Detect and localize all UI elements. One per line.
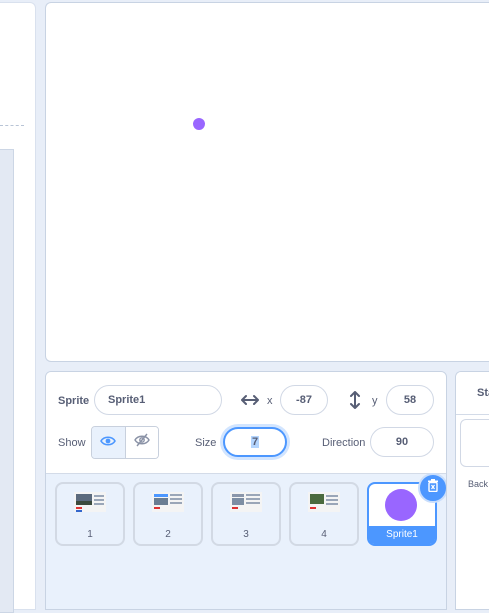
sprite-tile[interactable]: 2 [133, 482, 203, 546]
sprite-tile-label: 4 [321, 529, 327, 540]
sprite-pane: Sprite Sprite1 x -87 y 58 Show Size 7 Di… [45, 371, 447, 610]
x-value: -87 [296, 394, 312, 406]
code-area-panel [0, 2, 36, 613]
sprite-tile[interactable]: 1 [55, 482, 125, 546]
code-scroll-area[interactable] [0, 149, 14, 613]
sprite-thumbnail [152, 492, 184, 518]
x-input[interactable]: -87 [280, 385, 328, 415]
size-input[interactable]: 7 [223, 427, 287, 457]
direction-value: 90 [395, 436, 409, 448]
y-input[interactable]: 58 [386, 385, 434, 415]
sprite-tile[interactable]: 4 [289, 482, 359, 546]
stage-selector-title: Sta [477, 387, 489, 399]
hide-sprite-button[interactable] [125, 427, 158, 458]
sprite-name-input[interactable]: Sprite1 [94, 385, 222, 415]
sprite-thumbnail [385, 489, 417, 521]
size-value: 7 [250, 436, 260, 448]
eye-icon [100, 434, 117, 452]
delete-sprite-button[interactable] [418, 473, 446, 503]
sprite-tile-label: Sprite1 [369, 526, 435, 544]
stage-selector-header: Sta [456, 372, 489, 415]
stage-thumbnail[interactable] [460, 419, 489, 467]
show-toggle-group [91, 426, 159, 459]
divider [0, 125, 24, 126]
sprite-thumbnail [74, 492, 106, 518]
sprite-tile-label: 2 [165, 529, 171, 540]
stage-selector[interactable]: Sta Back [455, 371, 489, 610]
sprite-on-stage[interactable] [193, 118, 205, 130]
sprite-thumbnail [308, 492, 340, 518]
show-visible-button[interactable] [92, 427, 126, 458]
sprite-name-value: Sprite1 [108, 394, 146, 406]
horizontal-arrows-icon [241, 393, 259, 411]
sprite-tile-label: 3 [243, 529, 249, 540]
x-label: x [267, 395, 273, 407]
stage-canvas[interactable] [45, 2, 489, 362]
y-value: 58 [403, 394, 417, 406]
sprite-info-panel: Sprite Sprite1 x -87 y 58 Show Size 7 Di… [46, 372, 446, 474]
trash-icon [427, 479, 439, 497]
y-label: y [372, 395, 378, 407]
sprite-thumbnail [230, 492, 262, 518]
backdrops-label: Back [468, 479, 489, 489]
sprite-name-label: Sprite [58, 395, 90, 407]
direction-input[interactable]: 90 [370, 427, 434, 457]
show-label: Show [58, 437, 86, 449]
size-label: Size [195, 437, 217, 449]
vertical-arrows-icon [349, 391, 361, 414]
sprite-tile[interactable]: 3 [211, 482, 281, 546]
sprite-tile-label: 1 [87, 529, 93, 540]
eye-hidden-icon [133, 433, 150, 452]
direction-label: Direction [322, 437, 366, 449]
